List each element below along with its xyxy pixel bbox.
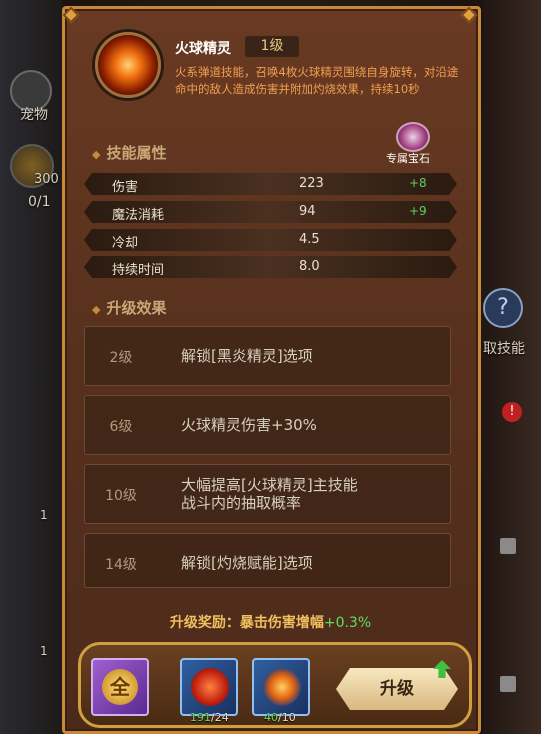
coin-count: 300 — [34, 172, 59, 187]
upgrade-text: 解锁[黑炎精灵]选项 — [181, 347, 313, 365]
stat-value: 94 — [299, 204, 316, 219]
attributes-section-title: 技能属性 — [92, 142, 166, 163]
stat-value: 4.5 — [299, 232, 320, 247]
fireball-skill-icon — [95, 32, 161, 98]
upgrade-level: 6级 — [109, 419, 133, 435]
help-icon[interactable]: ? — [483, 288, 523, 328]
skill-name: 火球精灵 — [175, 41, 231, 57]
stat-name: 冷却 — [112, 236, 139, 251]
fire-fragment-icon — [191, 668, 229, 706]
material-a-need: /24 — [211, 711, 229, 724]
material-a-have: 191 — [190, 711, 211, 724]
draw-skill-label[interactable]: 取技能 — [483, 338, 525, 358]
upgrade-row: 10级 大幅提高[火球精灵]主技能 战斗内的抽取概率 — [84, 464, 451, 524]
upgrade-text: 大幅提高[火球精灵]主技能 战斗内的抽取概率 — [181, 476, 358, 512]
upgrade-reward: 升级奖励：暴击伤害增幅+0.3% — [0, 612, 541, 632]
stat-increase: +8 — [409, 176, 427, 190]
stat-value: 223 — [299, 176, 324, 191]
progress-ratio: 0/1 — [28, 194, 51, 210]
upgrade-level: 14级 — [105, 557, 137, 573]
upgrade-row: 2级 解锁[黑炎精灵]选项 — [84, 326, 451, 386]
upgrade-text: 火球精灵伤害+30% — [181, 416, 317, 434]
upgrade-row: 6级 火球精灵伤害+30% — [84, 395, 451, 455]
stat-row: 冷却 4.5 — [84, 229, 457, 251]
stat-row: 持续时间 8.0 — [84, 256, 457, 278]
alert-icon: ! — [502, 402, 522, 422]
stat-row: 魔法消耗 94 +9 — [84, 201, 457, 223]
skill-description: 火系弹道技能，召唤4枚火球精灵围绕自身旋转，对沿途命中的敌人造成伤害并附加灼烧效… — [175, 65, 459, 96]
stat-name: 持续时间 — [112, 263, 165, 278]
material-b-have: 40 — [264, 711, 278, 724]
skill-level-badge: 1级 — [245, 36, 299, 57]
upgrade-level: 2级 — [109, 350, 133, 366]
material-b-need: /10 — [278, 711, 296, 724]
upgrades-section-title: 升级效果 — [92, 297, 166, 318]
universal-coin-icon: 全 — [102, 669, 138, 705]
skill-book-slot[interactable] — [252, 658, 310, 716]
upgrade-row: 14级 解锁[灼烧赋能]选项 — [84, 533, 451, 588]
reward-value: +0.3% — [323, 615, 372, 631]
stat-increase: +9 — [409, 204, 427, 218]
reward-label: 升级奖励：暴击伤害增幅 — [169, 615, 324, 631]
lock-icon — [500, 676, 516, 692]
material-a-count: 191/24 — [190, 711, 229, 724]
skill-material-slot[interactable] — [180, 658, 238, 716]
universal-material-slot[interactable]: 全 — [91, 658, 149, 716]
upgrade-level: 10级 — [105, 488, 137, 504]
exclusive-gem-label: 专属宝石 — [386, 152, 430, 165]
fireball-scroll-icon — [263, 668, 301, 706]
pet-label: 宠物 — [20, 107, 48, 123]
upgrade-text: 解锁[灼烧赋能]选项 — [181, 554, 313, 572]
stat-name: 魔法消耗 — [112, 208, 165, 223]
left-slot-badge-2: 1 — [40, 644, 48, 658]
lock-icon — [500, 538, 516, 554]
left-slot-badge-1: 1 — [40, 508, 48, 522]
stat-name: 伤害 — [112, 180, 139, 195]
stat-value: 8.0 — [299, 259, 320, 274]
exclusive-gem-icon[interactable] — [396, 122, 430, 152]
stat-row: 伤害 223 +8 — [84, 173, 457, 195]
material-b-count: 40/10 — [264, 711, 296, 724]
